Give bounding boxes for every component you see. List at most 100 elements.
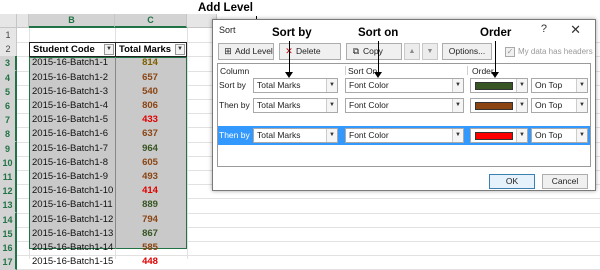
row-header[interactable]: 11 [0,170,17,185]
student-code-cell[interactable]: 2015-16-Batch1-1 [32,56,115,70]
total-marks-cell[interactable]: 806 [115,99,185,113]
order-position-value: On Top [535,130,563,140]
row-header[interactable]: 15 [0,226,17,242]
total-marks-cell[interactable]: 585 [115,241,185,255]
row-header[interactable]: 4 [0,70,17,86]
color-swatch [475,82,513,90]
order-position-select[interactable]: On Top ▼ [531,78,588,93]
row-header[interactable]: 17 [0,255,17,270]
order-position-value: On Top [535,100,563,110]
student-code-cell[interactable]: 2015-16-Batch1-6 [32,127,115,141]
student-code-cell[interactable]: 2015-16-Batch1-10 [32,184,115,198]
row-header[interactable]: 9 [0,141,17,157]
filter-dropdown-icon[interactable]: ▼ [175,44,185,55]
student-code-cell[interactable]: 2015-16-Batch1-5 [32,113,115,127]
gridline [187,28,188,259]
header-total-marks: Total Marks ▼ [115,42,187,57]
then-by-column-select[interactable]: Total Marks ▼ [253,98,338,113]
chevron-down-icon: ▼ [576,129,587,142]
student-code-cell[interactable]: 2015-16-Batch1-3 [32,85,115,99]
row-header[interactable]: 10 [0,155,17,171]
total-marks-cell[interactable]: 433 [115,113,185,127]
dialog-title: Sort [219,25,236,35]
chevron-down-icon: ▼ [452,99,463,112]
row-header[interactable]: 1 [0,28,17,43]
order-color-select[interactable]: ▼ [470,128,528,143]
total-marks-cell[interactable]: 414 [115,184,185,198]
my-data-has-headers-checkbox[interactable]: ✓ [505,47,515,57]
total-marks-cell[interactable]: 605 [115,156,185,170]
total-marks-cell[interactable]: 540 [115,85,185,99]
column-header-c[interactable]: C [115,14,187,28]
add-level-button[interactable]: ⊞ Add Level [218,43,274,60]
ok-button[interactable]: OK [489,174,535,189]
close-icon[interactable]: ✕ [570,22,581,38]
student-code-cell[interactable]: 2015-16-Batch1-2 [32,71,115,85]
annotation-add-level: Add Level [198,2,253,14]
order-color-select[interactable]: ▼ [470,78,528,93]
move-down-icon: ▼ [426,48,434,55]
row-header[interactable]: 5 [0,84,17,100]
student-code-cell[interactable]: 2015-16-Batch1-11 [32,198,115,212]
total-marks-cell[interactable]: 867 [115,227,185,241]
level-label: Then by [219,100,250,110]
row-header[interactable]: 13 [0,198,17,214]
total-marks-cell[interactable]: 794 [115,213,185,227]
sort-on-value: Font Color [349,100,389,110]
column-header-a[interactable] [17,14,29,28]
student-code-cell[interactable]: 2015-16-Batch1-4 [32,99,115,113]
total-marks-cell[interactable]: 964 [115,142,185,156]
help-icon[interactable]: ? [541,23,547,35]
row-header[interactable]: 2 [0,42,17,58]
my-data-has-headers-label: My data has headers [518,47,593,56]
total-marks-cell[interactable]: 889 [115,198,185,212]
total-marks-cell[interactable]: 637 [115,127,185,141]
chevron-down-icon: ▼ [516,129,527,142]
student-code-cell[interactable]: 2015-16-Batch1-12 [32,213,115,227]
order-color-select[interactable]: ▼ [470,98,528,113]
cancel-button[interactable]: Cancel [542,174,588,189]
row-header[interactable]: 14 [0,212,17,228]
select-all-corner[interactable] [0,14,17,28]
add-level-icon: ⊞ [224,46,232,56]
sort-by-column-select[interactable]: Total Marks ▼ [253,78,338,93]
student-code-cell[interactable]: 2015-16-Batch1-14 [32,241,115,255]
student-code-cell[interactable]: 2015-16-Batch1-15 [32,255,115,269]
row-header[interactable]: 3 [0,56,17,72]
chevron-down-icon: ▼ [326,99,337,112]
row-header[interactable]: 7 [0,113,17,129]
sort-on-header-label: Sort On [348,66,378,76]
row-header[interactable]: 6 [0,99,17,114]
chevron-down-icon: ▼ [516,99,527,112]
row-header[interactable]: 16 [0,241,17,256]
sort-on-select[interactable]: Font Color ▼ [345,128,464,143]
order-position-select[interactable]: On Top ▼ [531,128,588,143]
order-position-select[interactable]: On Top ▼ [531,98,588,113]
sort-on-select[interactable]: Font Color ▼ [345,98,464,113]
chevron-down-icon: ▼ [452,79,463,92]
options-button[interactable]: Options... [442,43,492,60]
annotation-sort-on: Sort on [358,27,399,39]
total-marks-cell[interactable]: 814 [115,56,185,70]
move-up-button[interactable]: ▲ [404,43,420,60]
filter-dropdown-icon[interactable]: ▼ [104,44,114,55]
annotation-arrowhead [285,72,293,78]
sort-on-select[interactable]: Font Color ▼ [345,78,464,93]
column-header-b[interactable]: B [29,14,115,28]
sort-by-column-value: Total Marks [257,80,301,90]
annotation-arrowhead [374,72,382,78]
copy-level-button[interactable]: ⧉Copy Level [346,43,402,71]
student-code-cell[interactable]: 2015-16-Batch1-9 [32,170,115,184]
student-code-cell[interactable]: 2015-16-Batch1-8 [32,156,115,170]
sort-dialog: Sort ? ✕ ⊞Add Level ✕Delete Level ⧉Copy … [212,19,596,191]
total-marks-cell[interactable]: 493 [115,170,185,184]
total-marks-cell[interactable]: 657 [115,71,185,85]
total-marks-cell[interactable]: 448 [115,255,185,269]
move-down-button[interactable]: ▼ [422,43,438,60]
header-student-code: Student Code ▼ [29,42,116,57]
student-code-cell[interactable]: 2015-16-Batch1-7 [32,142,115,156]
student-code-cell[interactable]: 2015-16-Batch1-13 [32,227,115,241]
then-by-column-select[interactable]: Total Marks ▼ [253,128,338,143]
row-header[interactable]: 12 [0,184,17,200]
row-header[interactable]: 8 [0,127,17,143]
